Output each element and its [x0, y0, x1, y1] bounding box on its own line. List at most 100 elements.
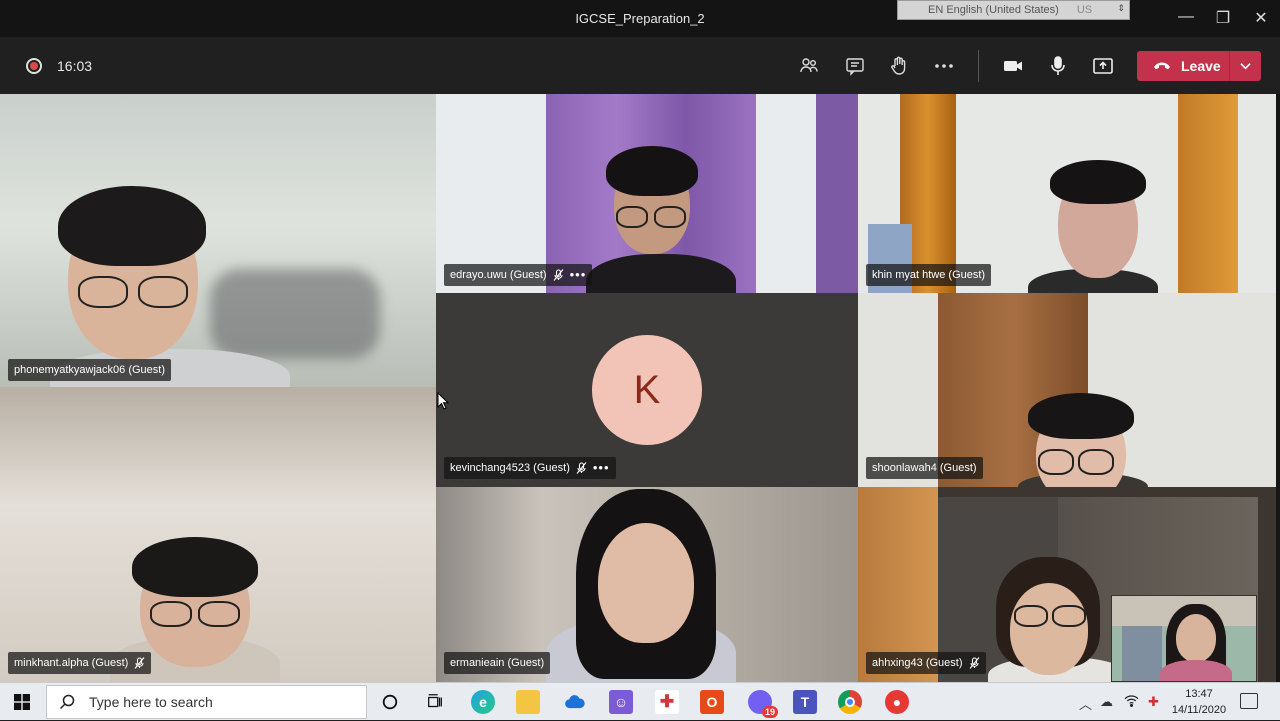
share-screen-icon[interactable] — [1091, 54, 1115, 78]
clock-time: 13:47 — [1185, 688, 1213, 700]
keyboard-layout-label: US — [1076, 4, 1093, 16]
participant-name-tag: edrayo.uwu (Guest) ••• — [444, 264, 593, 286]
raise-hand-icon[interactable] — [887, 54, 911, 78]
background-door-frame-right — [1178, 94, 1238, 293]
restore-icon[interactable]: ❐ — [1211, 8, 1235, 28]
leave-button[interactable]: Leave — [1137, 51, 1261, 81]
recording-icon — [26, 58, 42, 74]
minimize-icon[interactable]: — — [1174, 8, 1198, 26]
chrome-icon[interactable] — [838, 690, 862, 714]
person-hair — [58, 186, 206, 266]
action-center-icon[interactable] — [1240, 693, 1258, 709]
gift-app-icon[interactable]: ✚ — [655, 690, 679, 714]
cortana-icon[interactable] — [378, 690, 402, 714]
show-hidden-icons-chevron-icon[interactable]: ︿ — [1079, 694, 1092, 713]
leave-label: Leave — [1181, 58, 1221, 74]
camera-icon[interactable] — [1001, 54, 1025, 78]
participant-name-tag: shoonlawah4 (Guest) — [866, 457, 983, 479]
meeting-toolbar: 16:03 Leave — [0, 37, 1280, 94]
self-preview[interactable] — [1111, 595, 1257, 682]
video-tile[interactable]: shoonlawah4 (Guest) — [858, 293, 1276, 487]
video-tile[interactable]: ermanieain (Guest) — [436, 487, 858, 682]
glasses-left — [78, 276, 128, 308]
muted-microphone-icon — [969, 657, 980, 669]
video-tile[interactable]: phonemyatkyawjack06 (Guest) — [0, 94, 436, 387]
background-items — [1122, 626, 1162, 681]
glasses-left — [150, 601, 192, 627]
search-icon — [59, 694, 75, 710]
more-options-icon[interactable]: ••• — [593, 461, 610, 474]
participant-name-tag: kevinchang4523 (Guest) ••• — [444, 457, 616, 479]
participant-name: shoonlawah4 (Guest) — [872, 462, 977, 474]
person-hair — [1028, 393, 1134, 439]
glasses-right — [198, 601, 240, 627]
person-hair — [132, 537, 258, 597]
chat-icon[interactable] — [843, 54, 867, 78]
video-tile[interactable]: khin myat htwe (Guest) — [858, 94, 1276, 293]
language-bar[interactable]: EN English (United States) US ⇕ — [897, 0, 1130, 20]
mouse-cursor-icon — [437, 392, 449, 410]
more-options-icon[interactable] — [932, 54, 956, 78]
participant-name-tag: khin myat htwe (Guest) — [866, 264, 992, 286]
glasses-left — [1038, 449, 1074, 475]
video-tile[interactable]: edrayo.uwu (Guest) ••• — [436, 94, 858, 293]
toolbar-divider — [978, 50, 979, 82]
file-explorer-icon[interactable] — [516, 690, 540, 714]
glasses-left — [1014, 605, 1048, 627]
participant-name-tag: minkhant.alpha (Guest) — [8, 652, 152, 674]
language-bar-arrows-icon[interactable]: ⇕ — [1117, 3, 1125, 14]
task-view-icon[interactable] — [423, 690, 447, 714]
participant-name: kevinchang4523 (Guest) — [450, 462, 570, 474]
participant-name: ermanieain (Guest) — [450, 657, 545, 669]
muted-microphone-icon — [134, 657, 145, 669]
participant-name: phonemyatkyawjack06 (Guest) — [14, 364, 166, 376]
glasses-right — [1052, 605, 1086, 627]
participant-name-tag: ermanieain (Guest) — [444, 652, 551, 674]
screen-recorder-icon[interactable]: ● — [885, 690, 909, 714]
viber-icon[interactable]: 19 — [748, 690, 778, 718]
participants-icon[interactable] — [797, 54, 821, 78]
person-face — [1010, 583, 1088, 675]
more-options-icon[interactable]: ••• — [570, 268, 587, 281]
language-label: EN English (United States) — [928, 4, 1059, 16]
clock-date: 14/11/2020 — [1171, 704, 1227, 716]
antivirus-tray-icon[interactable]: ✚ — [1148, 694, 1159, 710]
onedrive-tray-icon[interactable]: ☁ — [1100, 694, 1113, 710]
taskbar-clock[interactable]: 13:47 14/11/2020 — [1170, 686, 1228, 718]
person-face — [1176, 614, 1216, 662]
close-icon[interactable]: ✕ — [1249, 8, 1273, 28]
glasses-left — [616, 206, 648, 228]
person-body — [1160, 660, 1232, 681]
participant-avatar: K — [592, 335, 702, 445]
onedrive-icon[interactable] — [563, 690, 587, 714]
windows-start-icon[interactable] — [0, 683, 44, 721]
video-tile[interactable]: K kevinchang4523 (Guest) ••• — [436, 293, 858, 487]
participant-name: edrayo.uwu (Guest) — [450, 269, 547, 281]
windows-taskbar: Type here to search e ☺ ✚ O 19 T ● ︿ ☁ ✚… — [0, 682, 1280, 720]
muted-microphone-icon — [553, 269, 564, 281]
participant-name-tag: ahhxing43 (Guest) — [866, 652, 986, 674]
contacts-app-icon[interactable]: ☺ — [609, 690, 633, 714]
chrome-center — [845, 697, 855, 707]
hang-up-icon — [1154, 62, 1170, 70]
person-face — [598, 523, 694, 643]
taskbar-search-box[interactable]: Type here to search — [46, 685, 367, 719]
office-icon[interactable]: O — [700, 690, 724, 714]
glasses-right — [138, 276, 188, 308]
participant-name: khin myat htwe (Guest) — [872, 269, 986, 281]
microsoft-teams-icon[interactable]: T — [793, 690, 817, 714]
meeting-timer: 16:03 — [57, 58, 93, 74]
glasses-right — [1078, 449, 1114, 475]
person-hair — [606, 146, 698, 196]
leave-dropdown-chevron-icon[interactable] — [1229, 51, 1261, 81]
title-bar: IGCSE_Preparation_2 EN English (United S… — [0, 0, 1280, 37]
background-clothes — [210, 269, 380, 359]
edge-browser-icon[interactable]: e — [471, 690, 495, 714]
microphone-icon[interactable] — [1046, 54, 1070, 78]
search-placeholder: Type here to search — [89, 694, 213, 710]
viber-notification-badge: 19 — [761, 706, 778, 718]
person-hair — [1050, 160, 1146, 204]
video-tile[interactable]: minkhant.alpha (Guest) — [0, 387, 436, 682]
wifi-icon[interactable] — [1124, 694, 1139, 710]
video-grid: phonemyatkyawjack06 (Guest) edrayo.uwu (… — [0, 94, 1280, 682]
